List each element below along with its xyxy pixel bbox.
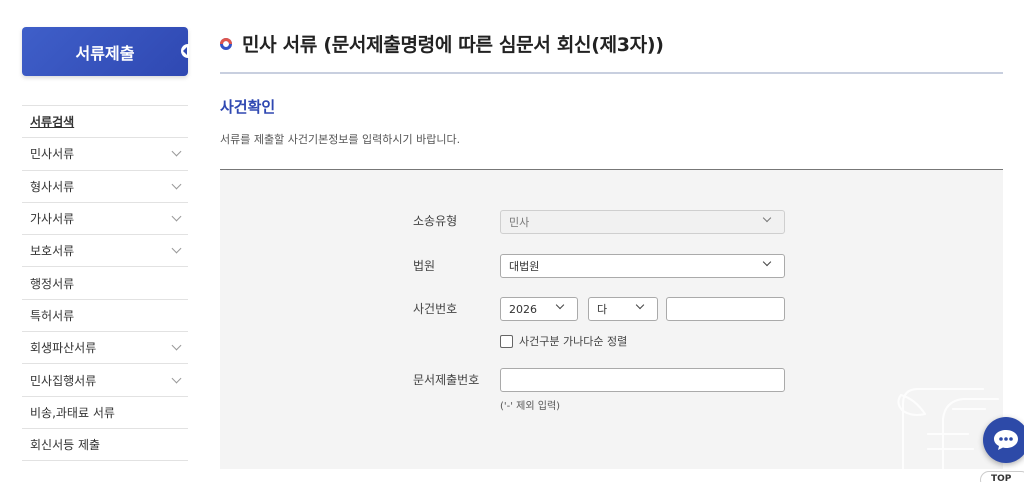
sort-checkbox-label: 사건구분 가나다순 정렬: [519, 335, 628, 348]
chevron-down-icon: [171, 340, 182, 351]
sidebar-item-civil[interactable]: 민사서류: [22, 138, 188, 171]
sidebar-menu: 서류검색 민사서류 형사서류 가사서류 보호서류 행정서류 특허서류 회생파산서…: [22, 105, 188, 462]
chevron-down-icon: [171, 243, 182, 254]
case-number-label: 사건번호: [413, 302, 458, 316]
sidebar-item-label: 보호서류: [30, 244, 75, 259]
sidebar-item-label: 회신서등 제출: [30, 438, 101, 453]
sidebar-item-label: 민사집행서류: [30, 373, 97, 388]
chat-button[interactable]: [983, 417, 1024, 463]
sidebar-header-title: 서류제출: [75, 43, 135, 63]
case-type-value: 민사: [509, 216, 530, 229]
doc-number-label: 문서제출번호: [413, 373, 480, 387]
case-type-select: 민사: [500, 210, 785, 234]
sidebar-item-label: 형사서류: [30, 179, 75, 194]
scroll-top-label: TOP: [991, 474, 1012, 482]
case-code-select[interactable]: 다: [588, 297, 658, 321]
case-serial-input[interactable]: [666, 297, 785, 321]
sort-checkbox-row[interactable]: 사건구분 가나다순 정렬: [500, 333, 627, 349]
sidebar-item-document-search[interactable]: 서류검색: [22, 106, 188, 139]
sidebar-item-reply-submission[interactable]: 회신서등 제출: [22, 429, 188, 462]
page-title-wrap: 민사 서류 (문서제출명령에 따른 심문서 회신(제3자)): [220, 30, 664, 57]
section-title: 사건확인: [220, 98, 276, 116]
case-year-value: 2026: [509, 302, 537, 316]
chevron-down-icon: [171, 146, 182, 157]
collapse-arrow-icon[interactable]: [181, 44, 189, 58]
sidebar-item-label: 가사서류: [30, 212, 75, 227]
section-description: 서류를 제출할 사건기본정보를 입력하시기 바랍니다.: [220, 133, 461, 146]
sidebar-item-protection[interactable]: 보호서류: [22, 235, 188, 268]
sidebar-item-label: 민사서류: [30, 147, 75, 162]
sidebar-item-label: 특허서류: [30, 308, 75, 323]
sidebar-item-label: 회생파산서류: [30, 341, 97, 356]
sidebar-item-administrative[interactable]: 행정서류: [22, 267, 188, 300]
case-year-select[interactable]: 2026: [500, 297, 578, 321]
doc-number-hint: ('-' 제외 입력): [500, 401, 561, 412]
page-title: 민사 서류 (문서제출명령에 따른 심문서 회신(제3자)): [242, 34, 664, 56]
sidebar-header: 서류제출: [22, 27, 189, 76]
chevron-down-icon: [762, 213, 772, 223]
scroll-top-button[interactable]: TOP: [980, 471, 1024, 482]
chevron-down-icon: [555, 300, 565, 310]
sidebar-item-label: 행정서류: [30, 276, 75, 291]
sidebar-item-family[interactable]: 가사서류: [22, 203, 188, 236]
document-watermark-icon: [897, 388, 999, 469]
sidebar-item-civil-execution[interactable]: 민사집행서류: [22, 364, 188, 397]
case-type-label: 소송유형: [413, 214, 458, 228]
sidebar-item-label: 서류검색: [30, 115, 75, 130]
court-select[interactable]: 대법원: [500, 254, 785, 278]
court-label: 법원: [413, 259, 436, 273]
chevron-down-icon: [635, 300, 645, 310]
sidebar-item-criminal[interactable]: 형사서류: [22, 171, 188, 203]
case-form-panel: 소송유형 민사 법원 대법원 사건번호 2026 다 사건구분 가나다순 정렬 …: [220, 169, 1003, 469]
case-code-value: 다: [597, 303, 608, 316]
chevron-down-icon: [171, 211, 182, 222]
doc-number-input[interactable]: [500, 368, 785, 392]
court-value: 대법원: [509, 260, 540, 273]
title-divider: [220, 72, 1003, 74]
sidebar-item-patent[interactable]: 특허서류: [22, 300, 188, 333]
chevron-down-icon: [171, 179, 182, 190]
title-bullet-icon: [220, 37, 232, 50]
chevron-down-icon: [762, 257, 772, 267]
chevron-down-icon: [171, 373, 182, 383]
sidebar-item-non-contentious[interactable]: 비송,과태료 서류: [22, 397, 188, 429]
sort-checkbox[interactable]: [500, 334, 513, 348]
sidebar-item-label: 비송,과태료 서류: [30, 405, 115, 420]
chat-bubble-icon: [994, 430, 1018, 450]
sidebar-item-bankruptcy[interactable]: 회생파산서류: [22, 332, 188, 365]
